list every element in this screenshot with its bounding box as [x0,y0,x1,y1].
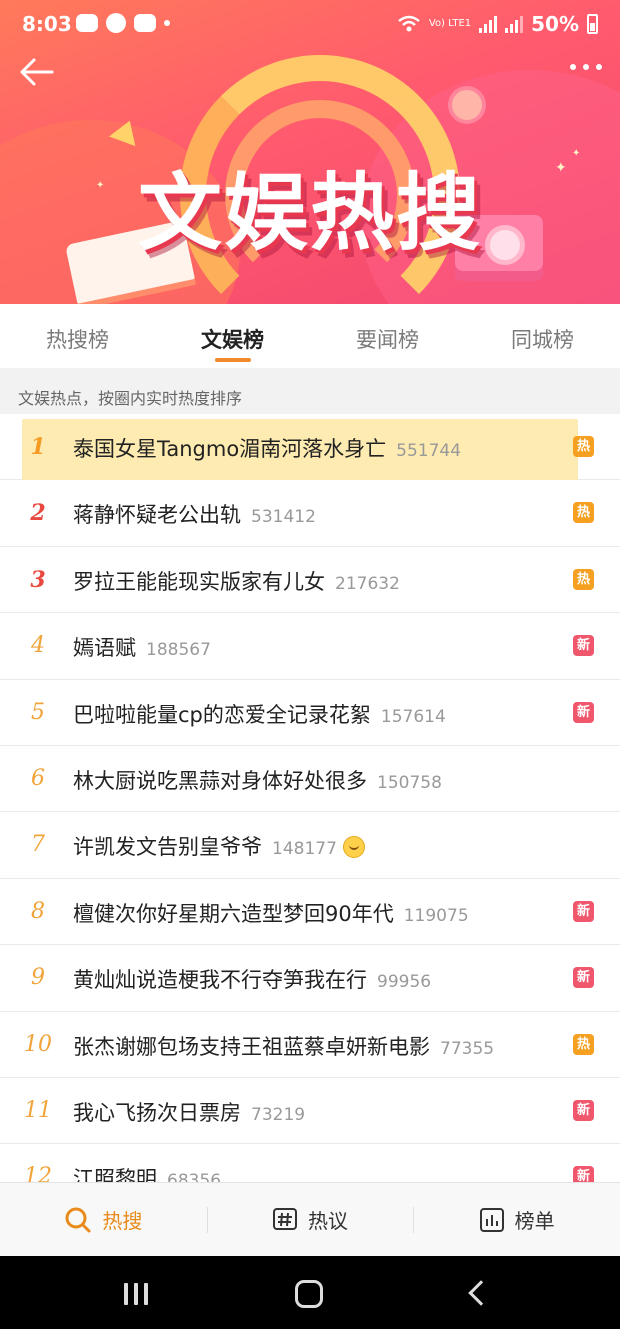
signal-icon [479,15,498,33]
rank-number: 1 [30,434,46,460]
nav-label: 榜单 [514,1209,555,1233]
home-icon[interactable] [295,1280,323,1308]
new-badge: 新 [573,1099,594,1121]
item-title[interactable]: 嫣语赋 188567 [73,632,211,662]
rank-number: 8 [31,898,45,924]
back-icon[interactable] [468,1280,494,1306]
item-title[interactable]: 许凯发文告别皇爷爷 148177 [73,831,365,861]
heat-count: 77355 [440,1038,495,1059]
status-bar: 8:03 Vo) LTE1 50% [0,0,620,46]
heat-count: 148177 [272,839,337,860]
list-item[interactable]: 8 檀健次你好星期六造型梦回90年代 119075 新 [0,878,620,946]
heat-count: 217632 [335,573,400,594]
item-title[interactable]: 黄灿灿说造梗我不行夺笋我在行 99956 [73,964,431,994]
telegram-icon [106,13,126,33]
hashtag-icon [273,1207,297,1230]
heat-count: 119075 [403,905,469,926]
rank-number: 7 [31,832,45,858]
hot-badge: 热 [573,568,594,590]
message-icon [134,14,156,32]
tab-local[interactable]: 同城榜 [465,304,620,368]
item-title[interactable]: 泰国女星Tangmo湄南河落水身亡 551744 [73,433,461,463]
search-icon [65,1207,91,1232]
back-arrow-icon[interactable] [16,54,56,90]
rank-number: 4 [31,633,45,659]
new-badge: 新 [573,967,594,989]
crying-face-icon [342,836,365,859]
heat-count: 99956 [377,972,432,993]
recent-apps-icon[interactable] [124,1283,148,1305]
item-title[interactable]: 张杰谢娜包场支持王祖蓝蔡卓妍新电影 77355 [73,1031,494,1061]
trending-list: 1 泰国女星Tangmo湄南河落水身亡 551744 热 2 蒋静怀疑老公出轨 53… [0,414,620,1211]
rank-number: 3 [30,566,46,593]
more-notifications-icon [164,20,170,26]
heat-count: 188567 [146,640,211,661]
signal-icon [505,15,524,33]
rank-number: 9 [31,965,45,991]
heat-count: 150758 [377,772,442,793]
nav-label: 热搜 [102,1209,143,1233]
list-item[interactable]: 11 我心飞扬次日票房 73219 新 [0,1077,620,1145]
wifi-icon [398,15,420,32]
tab-entertainment[interactable]: 文娱榜 [155,304,310,368]
new-badge: 新 [573,900,594,922]
nav-hot-search[interactable]: 热搜 [0,1183,207,1256]
list-item[interactable]: 4 嫣语赋 188567 新 [0,613,620,680]
planet-icon [452,90,482,120]
hot-badge: 热 [573,436,594,457]
tab-bar: 热搜榜 文娱榜 要闻榜 同城榜 [0,304,620,368]
item-title[interactable]: 檀健次你好星期六造型梦回90年代 119075 [73,898,469,928]
bottom-navigation: 热搜 热议 榜单 [0,1182,620,1256]
chart-icon [479,1207,504,1232]
new-badge: 新 [573,635,594,657]
new-badge: 新 [573,701,594,723]
list-item[interactable]: 3 罗拉王能能现实版家有儿女 217632 热 [0,546,620,614]
notification-icons [76,13,170,33]
nav-ranking[interactable]: 榜单 [413,1183,620,1256]
list-item[interactable]: 1 泰国女星Tangmo湄南河落水身亡 551744 热 [0,414,620,490]
status-right: Vo) LTE1 50% [397,12,598,36]
rank-number: 2 [30,500,46,527]
banner-title: 文娱热搜 [137,164,482,262]
hot-badge: 热 [573,502,594,524]
list-item[interactable]: 5 巴啦啦能量cp的恋爱全记录花絮 157614 新 [0,679,620,746]
item-title[interactable]: 林大厨说吃黑蒜对身体好处很多 150758 [73,765,442,795]
tab-news[interactable]: 要闻榜 [310,304,465,368]
tab-hot-search[interactable]: 热搜榜 [0,304,155,368]
line-app-icon [76,14,98,32]
list-item[interactable]: 10 张杰谢娜包场支持王祖蓝蔡卓妍新电影 77355 热 [0,1011,620,1078]
heat-count: 531412 [251,507,316,528]
system-navigation-bar [0,1256,620,1329]
hot-badge: 热 [573,1033,594,1055]
heat-count: 73219 [251,1104,306,1125]
rank-number: 10 [24,1031,52,1057]
list-item[interactable]: 6 林大厨说吃黑蒜对身体好处很多 150758 [0,745,620,813]
nav-label: 热议 [308,1209,348,1233]
list-item[interactable]: 7 许凯发文告别皇爷爷 148177 [0,812,620,879]
rank-number: 5 [31,699,45,725]
network-label: Vo) LTE1 [428,18,472,29]
battery-icon [587,14,598,34]
rank-number: 11 [24,1097,52,1123]
list-description: 文娱热点，按圈内实时热度排序 [0,368,620,414]
item-title[interactable]: 巴啦啦能量cp的恋爱全记录花絮 157614 [73,699,446,729]
nav-discussion[interactable]: 热议 [206,1183,414,1256]
heat-count: 157614 [380,706,446,727]
item-title[interactable]: 我心飞扬次日票房 73219 [73,1097,305,1127]
rank-number: 6 [31,765,45,791]
list-item[interactable]: 9 黄灿灿说造梗我不行夺笋我在行 99956 新 [0,945,620,1012]
heat-count: 551744 [396,441,462,461]
item-title[interactable]: 蒋静怀疑老公出轨 531412 [73,499,316,529]
battery-percent: 50% [531,12,579,36]
item-title[interactable]: 罗拉王能能现实版家有儿女 217632 [73,566,400,596]
status-time: 8:03 [22,12,72,36]
more-options-icon[interactable] [570,64,602,70]
list-item[interactable]: 2 蒋静怀疑老公出轨 531412 热 [0,480,620,547]
